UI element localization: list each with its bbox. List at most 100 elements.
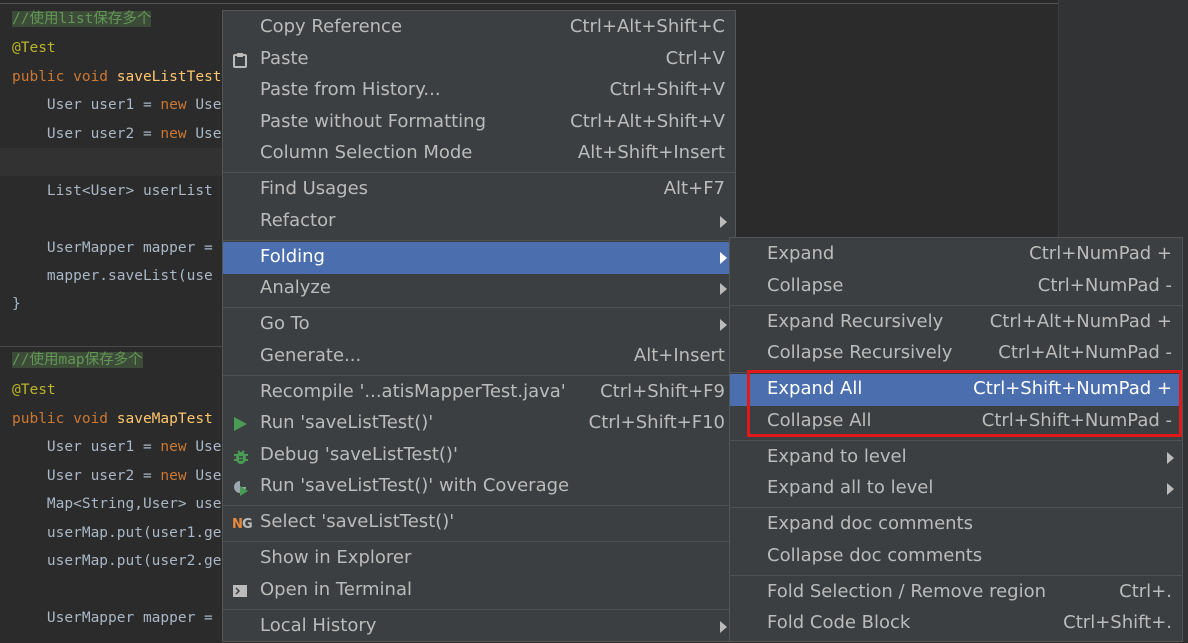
submenu-arrow-icon: [1167, 452, 1174, 464]
menu-separator: [223, 240, 735, 241]
code-token: Use: [195, 468, 222, 484]
code-line: Map<String,User> use: [12, 494, 222, 514]
code-line: User user2 = new Use: [12, 124, 222, 144]
menu-item-label: Open in Terminal: [260, 579, 412, 600]
menu-item-recompile-atismappertest-java[interactable]: Recompile '...atisMapperTest.java' Ctrl+S…: [223, 377, 735, 409]
code-line: UserMapper mapper =: [12, 238, 213, 258]
code-line: //使用map保存多个: [12, 350, 143, 370]
menu-item-copy-reference[interactable]: Copy Reference Ctrl+Alt+Shift+C: [223, 12, 735, 44]
code-token: UserMapper mapper =: [12, 610, 213, 626]
code-token: new: [160, 97, 196, 113]
menu-item-shortcut: Ctrl+Shift+.: [1063, 612, 1172, 633]
menu-item-shortcut: Ctrl+Shift+F9: [600, 381, 725, 402]
menu-item-shortcut: Ctrl+Alt+NumPad -: [998, 342, 1172, 363]
code-token: public void: [12, 69, 117, 85]
menu-item-label: Go To: [260, 313, 310, 334]
menu-item-label: Copy Reference: [260, 16, 403, 37]
menu-item-select-savelisttest[interactable]: N G Select 'saveListTest()': [223, 507, 735, 539]
menu-item-label: Local History: [260, 615, 377, 636]
code-token: Use: [195, 97, 222, 113]
submenu-arrow-icon: [720, 216, 727, 228]
menu-separator: [223, 172, 735, 173]
menu-item-run-savelisttest-with-coverage[interactable]: Run 'saveListTest()' with Coverage: [223, 471, 735, 503]
submenu-arrow-icon: [1167, 483, 1174, 495]
menu-item-shortcut: Ctrl+V: [665, 48, 725, 69]
menu-item-folding[interactable]: Folding: [223, 242, 735, 274]
code-token: new: [160, 126, 196, 142]
svg-text:G: G: [242, 517, 253, 531]
menu-item-show-in-explorer[interactable]: Show in Explorer: [223, 543, 735, 575]
code-line: User user1 = new Use: [12, 95, 222, 115]
menu-item-shortcut: Ctrl+Alt+NumPad +: [989, 311, 1172, 332]
code-line: @Test: [12, 38, 56, 58]
context-menu: Copy Reference Ctrl+Alt+Shift+C Paste Ctrl+…: [222, 10, 736, 642]
menu-item-fold-selection-remove-region[interactable]: Fold Selection / Remove region Ctrl+.: [730, 577, 1182, 609]
menu-item-label: Paste from History...: [260, 79, 441, 100]
menu-item-collapse[interactable]: Collapse Ctrl+NumPad -: [730, 271, 1182, 303]
menu-item-column-selection-mode[interactable]: Column Selection Mode Alt+Shift+Insert: [223, 138, 735, 170]
menu-item-label: Collapse doc comments: [767, 545, 983, 566]
menu-item-shortcut: Ctrl+Alt+Shift+C: [569, 16, 725, 37]
menu-separator: [223, 375, 735, 376]
menu-item-run-savelisttest[interactable]: Run 'saveListTest()' Ctrl+Shift+F10: [223, 408, 735, 440]
code-token: User user2 =: [12, 126, 161, 142]
menu-item-refactor[interactable]: Refactor: [223, 206, 735, 238]
menu-item-label: Paste: [260, 48, 309, 69]
menu-item-label: Find Usages: [260, 178, 369, 199]
caret-row-highlight: [0, 148, 230, 176]
menu-item-collapse-doc-comments[interactable]: Collapse doc comments: [730, 541, 1182, 573]
code-line: public void saveListTest: [12, 67, 222, 87]
submenu-arrow-icon: [720, 252, 727, 264]
code-token: mapper.saveList(use: [12, 268, 213, 284]
menu-item-collapse-recursively[interactable]: Collapse Recursively Ctrl+Alt+NumPad -: [730, 338, 1182, 370]
menu-item-paste-from-history[interactable]: Paste from History... Ctrl+Shift+V: [223, 75, 735, 107]
submenu-arrow-icon: [720, 319, 727, 331]
menu-item-label: Expand Recursively: [767, 311, 944, 332]
menu-item-find-usages[interactable]: Find Usages Alt+F7: [223, 174, 735, 206]
menu-item-expand-all-to-level[interactable]: Expand all to level: [730, 473, 1182, 505]
menu-item-expand-recursively[interactable]: Expand Recursively Ctrl+Alt+NumPad +: [730, 307, 1182, 339]
menu-item-shortcut: Ctrl+Alt+Shift+V: [570, 111, 725, 132]
menu-item-label: Expand doc comments: [767, 513, 973, 534]
code-line: //使用list保存多个: [12, 9, 152, 29]
code-token: Use: [195, 439, 222, 455]
menu-separator: [730, 305, 1182, 306]
method-separator: [0, 346, 230, 347]
menu-item-label: Collapse: [767, 275, 844, 296]
menu-item-label: Run 'saveListTest()' with Coverage: [260, 475, 570, 496]
terminal-icon: [232, 583, 248, 599]
menu-item-analyze[interactable]: Analyze: [223, 273, 735, 305]
code-token: public void: [12, 411, 117, 427]
menu-item-expand-to-level[interactable]: Expand to level: [730, 442, 1182, 474]
menu-item-shortcut: Alt+F7: [663, 178, 725, 199]
menu-separator: [730, 440, 1182, 441]
code-token: //使用list保存多个: [12, 11, 152, 27]
menu-item-label: Refactor: [260, 210, 336, 231]
menu-item-debug-savelisttest[interactable]: Debug 'saveListTest()': [223, 440, 735, 472]
menu-item-generate[interactable]: Generate... Alt+Insert: [223, 341, 735, 373]
menu-item-go-to[interactable]: Go To: [223, 309, 735, 341]
code-token: Use: [195, 126, 222, 142]
menu-item-fold-code-block[interactable]: Fold Code Block Ctrl+Shift+.: [730, 608, 1182, 640]
menu-item-local-history[interactable]: Local History: [223, 611, 735, 643]
code-line: User user2 = new Use: [12, 466, 222, 486]
code-token: saveMapTest: [116, 411, 213, 427]
code-token: User user1 =: [12, 97, 161, 113]
menu-item-paste[interactable]: Paste Ctrl+V: [223, 44, 735, 76]
testng-icon: NG: [232, 515, 253, 532]
menu-item-label: Recompile '...atisMapperTest.java': [260, 381, 566, 402]
menu-item-label: Generate...: [260, 345, 362, 366]
code-line: mapper.saveList(use: [12, 266, 213, 286]
code-token: userMap.put(user2.ge: [12, 553, 222, 569]
menu-item-shortcut: Ctrl+NumPad +: [1029, 243, 1172, 264]
menu-item-expand-doc-comments[interactable]: Expand doc comments: [730, 509, 1182, 541]
code-token: List<User> userList: [12, 183, 213, 199]
menu-item-label: Fold Selection / Remove region: [767, 581, 1047, 602]
menu-separator: [223, 609, 735, 610]
code-token: //使用map保存多个: [12, 352, 143, 368]
menu-item-open-in-terminal[interactable]: Open in Terminal: [223, 575, 735, 607]
menu-item-shortcut: Alt+Shift+Insert: [577, 142, 725, 163]
menu-item-expand[interactable]: Expand Ctrl+NumPad +: [730, 239, 1182, 271]
menu-item-paste-without-formatting[interactable]: Paste without Formatting Ctrl+Alt+Shift+V: [223, 107, 735, 139]
code-token: Map<String,User> use: [12, 496, 222, 512]
